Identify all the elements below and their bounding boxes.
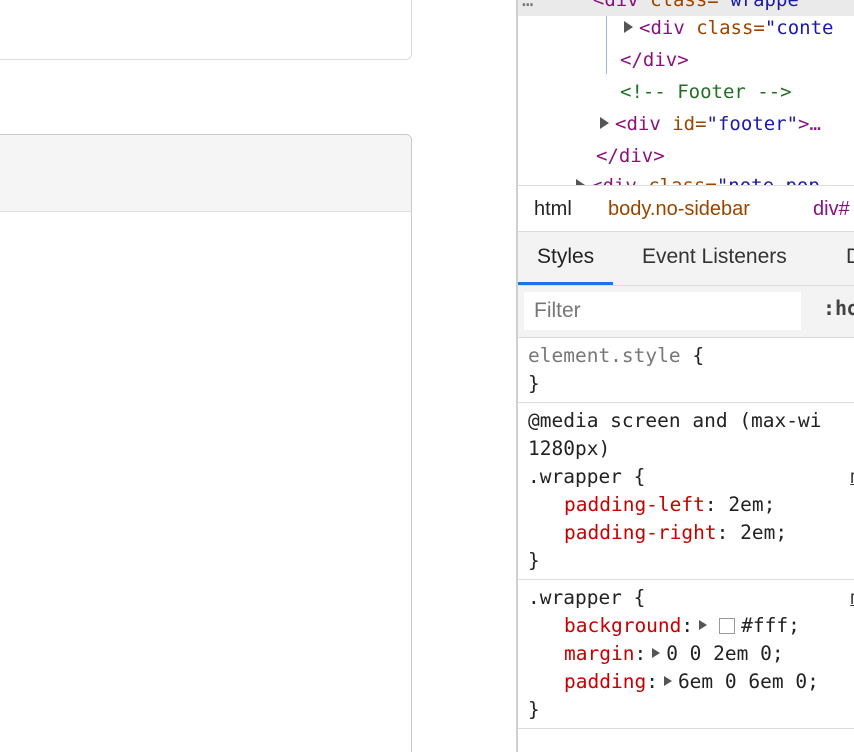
ellipsis-icon: … <box>522 0 534 11</box>
content-card-top <box>0 0 412 60</box>
property-colon: : <box>634 642 647 665</box>
page-viewport <box>0 0 518 752</box>
content-card <box>0 134 412 752</box>
styles-pane: element.style { } @media screen and (max… <box>518 338 854 729</box>
source-link[interactable]: m <box>850 463 854 491</box>
rule-wrapper[interactable]: .wrapper { m background:#fff; margin:0 0… <box>518 580 854 729</box>
expand-value-icon[interactable] <box>699 620 708 630</box>
property-name: background <box>564 614 682 637</box>
tree-row-close[interactable]: </div> <box>620 44 689 76</box>
rule-element-style[interactable]: element.style { } <box>518 338 854 403</box>
tab-styles[interactable]: Styles <box>518 232 614 285</box>
property-value: 6em 0 6em 0; <box>677 670 819 693</box>
hover-state-toggle[interactable]: :ho <box>823 296 854 320</box>
tree-row-footer[interactable]: <div id="footer">… <box>600 108 821 140</box>
filter-bar: :ho <box>518 286 854 338</box>
rule-selector: .wrapper { <box>528 586 646 609</box>
attr-name: id= <box>672 113 707 135</box>
attr-value: "note-pop <box>717 175 820 185</box>
property-name: padding <box>564 670 647 693</box>
attr-value: "footer" <box>706 113 799 135</box>
css-property[interactable]: padding-right: 2em; <box>528 519 854 547</box>
devtools-panel: … <div class="wrappe <div class="conte <… <box>516 0 854 752</box>
breadcrumb: html body.no-sidebar div# <box>518 185 854 232</box>
tree-row-content[interactable]: <div class="conte <box>624 12 833 44</box>
attr-name: class= <box>648 175 717 185</box>
expand-value-icon[interactable] <box>663 676 672 686</box>
tag-close: </div> <box>620 49 689 71</box>
attr-name: class= <box>696 17 765 39</box>
css-property[interactable]: padding: 6em 0 6em 0; <box>528 668 854 696</box>
property-name: padding-right <box>564 521 717 544</box>
expand-value-icon[interactable] <box>652 648 661 658</box>
property-name: margin <box>564 642 635 665</box>
rule-selector: element.style <box>528 344 681 367</box>
property-name: padding-left <box>564 493 705 516</box>
tag-open: <div <box>592 0 651 11</box>
rule-media-wrapper[interactable]: @media screen and (max-wi 1280px) .wrapp… <box>518 403 854 580</box>
html-comment: <!-- Footer --> <box>620 81 792 103</box>
rule-brace-close: } <box>528 372 540 395</box>
filter-input[interactable] <box>524 292 801 330</box>
rule-brace-close: } <box>528 549 540 572</box>
attr-value: "wrappe <box>718 0 799 11</box>
indent-guide <box>606 10 607 74</box>
elements-tree[interactable]: … <div class="wrappe <div class="conte <… <box>518 0 854 185</box>
media-query: @media screen and (max-wi <box>528 409 822 432</box>
tree-row-close[interactable]: </div> <box>596 140 665 172</box>
tab-dom-breakpoints[interactable]: D <box>846 232 854 285</box>
property-value: #fff; <box>741 614 800 637</box>
property-value: : 2em; <box>716 521 788 544</box>
tag-tail: >… <box>798 113 821 135</box>
tag-open: <div <box>639 17 697 39</box>
tree-row-comment[interactable]: <!-- Footer --> <box>620 76 792 108</box>
property-colon: : <box>681 614 694 637</box>
color-swatch-icon[interactable] <box>719 618 736 634</box>
css-property[interactable]: padding-left: 2em; <box>528 491 854 519</box>
tag-open: <div <box>615 113 673 135</box>
tag-close: </div> <box>596 145 665 167</box>
rule-brace-close: } <box>528 698 540 721</box>
css-property[interactable]: margin: 0 0 2em 0; <box>528 640 854 668</box>
source-link[interactable]: m <box>850 584 854 612</box>
media-query-cont: 1280px) <box>528 437 611 460</box>
breadcrumb-div[interactable]: div# <box>813 186 850 232</box>
expand-triangle-icon[interactable] <box>624 21 633 33</box>
attr-name: class= <box>650 0 719 11</box>
sidebar-tabs: Styles Event Listeners D <box>518 232 854 286</box>
css-property[interactable]: background: #fff; <box>528 612 854 640</box>
breadcrumb-html[interactable]: html <box>534 186 572 232</box>
content-card-header <box>0 135 411 212</box>
property-colon: : <box>646 670 658 693</box>
rule-selector: .wrapper { <box>528 465 646 488</box>
tab-event-listeners[interactable]: Event Listeners <box>642 232 787 285</box>
breadcrumb-body[interactable]: body.no-sidebar <box>608 186 750 232</box>
rule-brace-open: { <box>680 344 705 367</box>
tag-open: <div <box>591 175 648 185</box>
attr-value: "conte <box>764 17 834 39</box>
property-value: 0 0 2em 0; <box>666 642 784 665</box>
tree-row-note[interactable]: <div class="note-pop <box>576 170 820 185</box>
property-value: : 2em; <box>704 493 776 516</box>
expand-triangle-icon[interactable] <box>600 117 609 129</box>
